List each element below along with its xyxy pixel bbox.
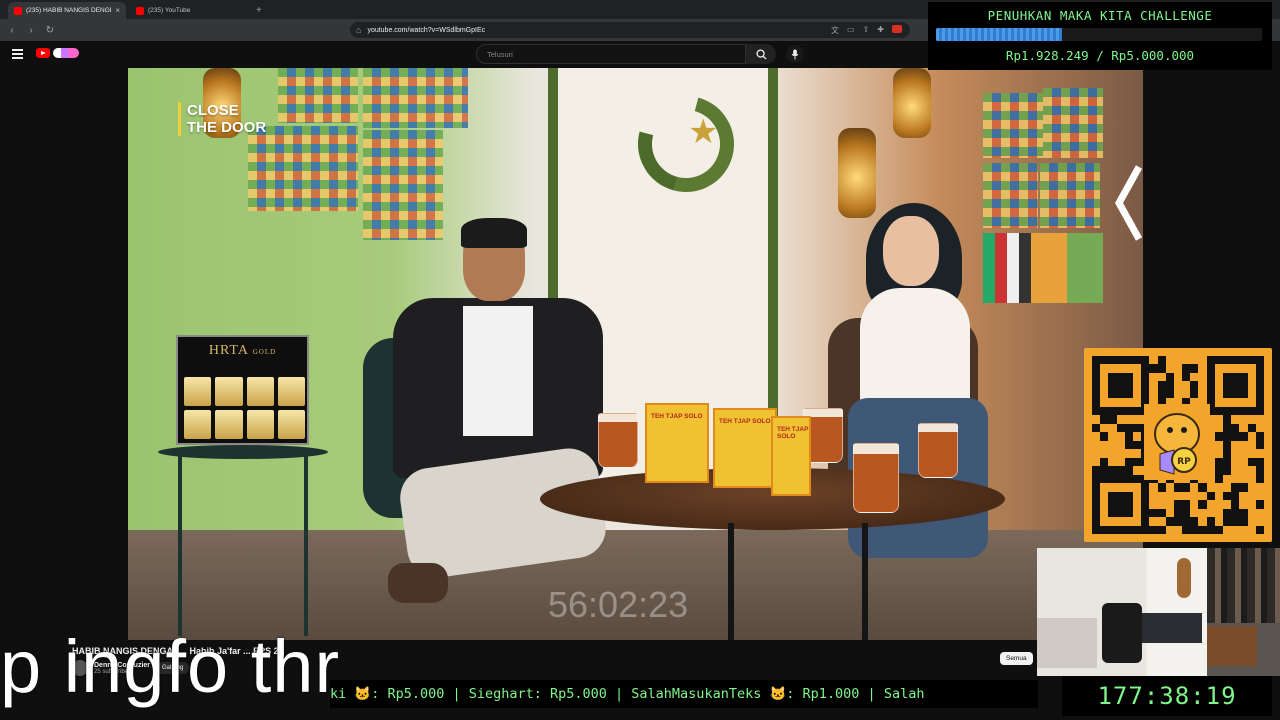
host-person: [363, 218, 623, 638]
tab-title: (235) HABIB NANGIS DENGE...: [26, 7, 112, 14]
tab-youtube[interactable]: (235) YouTube: [130, 2, 248, 19]
qr-code: RP: [1084, 348, 1272, 542]
goal-progress-fill: [936, 28, 1062, 41]
decor-tile: [1043, 88, 1103, 158]
cat-emoji-icon: 🐱: [769, 686, 787, 702]
decor-tile: [1040, 163, 1100, 228]
install-icon[interactable]: ▭: [847, 25, 855, 36]
adblock-icon[interactable]: [892, 24, 902, 33]
youtube-logo[interactable]: [36, 48, 79, 58]
live-caption-text: p ingfo thr: [0, 625, 341, 708]
video-timestamp: 56:02:23: [548, 584, 689, 625]
share-icon[interactable]: ⇪: [863, 25, 870, 36]
goal-amount: Rp1.928.249 / Rp5.000.000: [1005, 48, 1195, 63]
tab-title: (235) YouTube: [148, 7, 191, 14]
address-bar[interactable]: ⌂ youtube.com/watch?v=WSdlbmGpIEc 文 ▭ ⇪ …: [350, 22, 910, 38]
search-input[interactable]: Telusuri: [476, 44, 746, 64]
webcam-feed: [1037, 548, 1280, 676]
extension-icon[interactable]: ✚: [877, 25, 884, 36]
youtube-play-icon: [36, 48, 50, 58]
decor-tile: [363, 68, 468, 128]
show-logo-text: CLOSE THE DOOR: [178, 102, 266, 136]
donation-ticker: ki 🐱: Rp5.000 | Sieghart: Rp5.000 | Sala…: [330, 680, 1038, 708]
url-text[interactable]: youtube.com/watch?v=WSdlbmGpIEc: [367, 27, 825, 34]
screen: { "browser": { "tabs": [ {"title": "(235…: [0, 0, 1280, 720]
youtube-favicon-icon: [136, 6, 144, 15]
goal-title: PENUHKAN MAKA KITA CHALLENGE: [987, 8, 1213, 23]
brand-logo: HRTA GOLD: [208, 343, 277, 358]
decor-tile: [278, 68, 358, 123]
decor-tile: [983, 93, 1043, 158]
cat-emoji-icon: 🐱: [354, 686, 372, 702]
filter-chip-all[interactable]: Semua: [1000, 652, 1033, 665]
voice-search-button[interactable]: [786, 45, 804, 63]
youtube-favicon-icon: [14, 6, 22, 15]
mascot-icon: RP: [1144, 404, 1210, 480]
star-icon: ★: [688, 113, 719, 151]
svg-text:RP: RP: [1177, 457, 1191, 467]
glass: [598, 413, 638, 468]
decor-tile: [248, 126, 358, 211]
goal-progress-bar: [936, 28, 1262, 41]
new-tab-button[interactable]: +: [256, 2, 262, 19]
video-player[interactable]: ★ HRTA GOLD TEH TJAP SOLO TEH TJAP SOLO …: [128, 68, 1143, 640]
microphone-icon: [791, 49, 799, 59]
forward-icon[interactable]: ›: [24, 23, 38, 37]
tab-active[interactable]: (235) HABIB NANGIS DENGE... ×: [8, 2, 126, 19]
tea-box: TEH TJAP SOLO: [645, 403, 709, 483]
back-icon[interactable]: ‹: [5, 23, 19, 37]
search-button[interactable]: [746, 44, 776, 64]
chevron-left-icon[interactable]: [1113, 163, 1143, 243]
glass: [853, 443, 899, 513]
stream-timer: 177:38:19: [1062, 676, 1272, 716]
reload-icon[interactable]: ↻: [43, 23, 57, 37]
tea-box: TEH TJAP SOLO: [713, 408, 777, 488]
search-icon: [755, 48, 767, 60]
doodle-icon: [53, 48, 79, 58]
donation-goal-panel: PENUHKAN MAKA KITA CHALLENGE Rp1.928.249…: [928, 2, 1272, 70]
glass: [918, 423, 958, 478]
tea-box: TEH TJAP SOLO: [771, 416, 811, 496]
menu-icon[interactable]: [12, 49, 23, 59]
translate-icon[interactable]: 文: [831, 25, 839, 36]
close-tab-icon[interactable]: ×: [115, 6, 120, 15]
bookmark-icon[interactable]: ⌂: [356, 25, 361, 35]
lantern-icon: [893, 68, 931, 138]
gold-display-box: HRTA GOLD: [176, 335, 309, 445]
